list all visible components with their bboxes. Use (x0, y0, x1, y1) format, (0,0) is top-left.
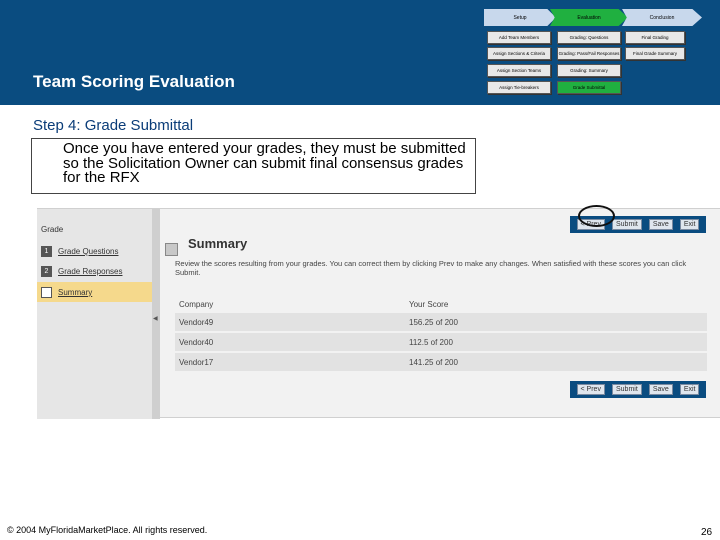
step-assign-section-teams: Assign Section Teams (487, 64, 551, 77)
score-cell: 156.25 of 200 (409, 317, 458, 327)
table-header: Company Your Score (175, 295, 707, 313)
submit-button[interactable]: Submit (611, 384, 642, 395)
instruction-callout: Once you have entered your grades, they … (31, 138, 476, 194)
exit-button[interactable]: Exit (679, 219, 700, 230)
table-row: Vendor40 112.5 of 200 (175, 333, 707, 351)
sidebar-item-grade-questions[interactable]: 1 Grade Questions (37, 241, 152, 261)
sidebar-item-summary[interactable]: Summary (37, 282, 152, 302)
sidebar-item-grade-responses[interactable]: 2 Grade Responses (37, 261, 152, 281)
summary-description: Review the scores resulting from your gr… (175, 259, 687, 277)
step-add-team-members: Add Team Members (487, 31, 551, 44)
table-row: Vendor49 156.25 of 200 (175, 313, 707, 331)
phase-setup: Setup (484, 9, 556, 26)
company-cell: Vendor17 (179, 357, 214, 367)
step-heading: Step 4: Grade Submittal (33, 117, 194, 134)
step-assign-sections: Assign Sections & Criteria (487, 47, 551, 60)
page-title: Team Scoring Evaluation (33, 72, 235, 91)
submit-button[interactable]: Submit (611, 219, 642, 230)
column-header-score: Your Score (409, 299, 449, 309)
column-header-company: Company (179, 299, 214, 309)
company-cell: Vendor40 (179, 337, 214, 347)
step-grading-summary: Grading: Summary (557, 64, 621, 77)
score-cell: 141.25 of 200 (409, 357, 458, 367)
score-cell: 112.5 of 200 (409, 337, 453, 347)
bottom-button-bar: < Prev Submit Save Exit (570, 381, 706, 398)
collapse-arrow-icon: ◀ (153, 316, 158, 322)
step-number-badge: 1 (41, 245, 52, 257)
step-grading-questions: Grading: Questions (557, 31, 621, 44)
step-grading-pass-fail: Grading: Pass/Fail Responses (557, 47, 621, 60)
checkbox-icon (41, 286, 52, 298)
submit-highlight-circle (578, 205, 615, 227)
prev-button[interactable]: < Prev (576, 384, 605, 395)
score-table: Company Your Score Vendor49 156.25 of 20… (175, 295, 707, 373)
summary-icon (165, 243, 178, 256)
company-cell: Vendor49 (179, 317, 214, 327)
step-grade-submittal: Grade Submittal (557, 81, 621, 94)
step-final-grading: Final Grading (625, 31, 685, 44)
sidebar-collapse-handle[interactable]: ◀ (152, 209, 160, 419)
copyright-notice: © 2004 MyFloridaMarketPlace. All rights … (7, 525, 208, 535)
step-final-grade-summary: Final Grade Summary (625, 47, 685, 60)
phase-evaluation: Evaluation (550, 9, 628, 26)
summary-title: Summary (188, 236, 248, 251)
sidebar-item-label: Grade Responses (58, 266, 123, 276)
sidebar-item-label: Summary (58, 287, 93, 297)
save-button[interactable]: Save (648, 384, 673, 395)
sidebar-item-label: Grade Questions (58, 246, 119, 256)
page-number: 26 (701, 527, 713, 538)
step-assign-tie-breakers: Assign Tie-breakers (487, 81, 551, 94)
grade-sidebar: Grade 1 Grade Questions 2 Grade Response… (37, 209, 152, 419)
phase-conclusion: Conclusion (622, 9, 702, 26)
table-row: Vendor17 141.25 of 200 (175, 353, 707, 371)
save-button[interactable]: Save (648, 219, 673, 230)
step-number-badge: 2 (41, 265, 52, 277)
callout-text: Once you have entered your grades, they … (63, 140, 466, 186)
exit-button[interactable]: Exit (679, 384, 700, 395)
sidebar-heading: Grade (41, 225, 64, 234)
